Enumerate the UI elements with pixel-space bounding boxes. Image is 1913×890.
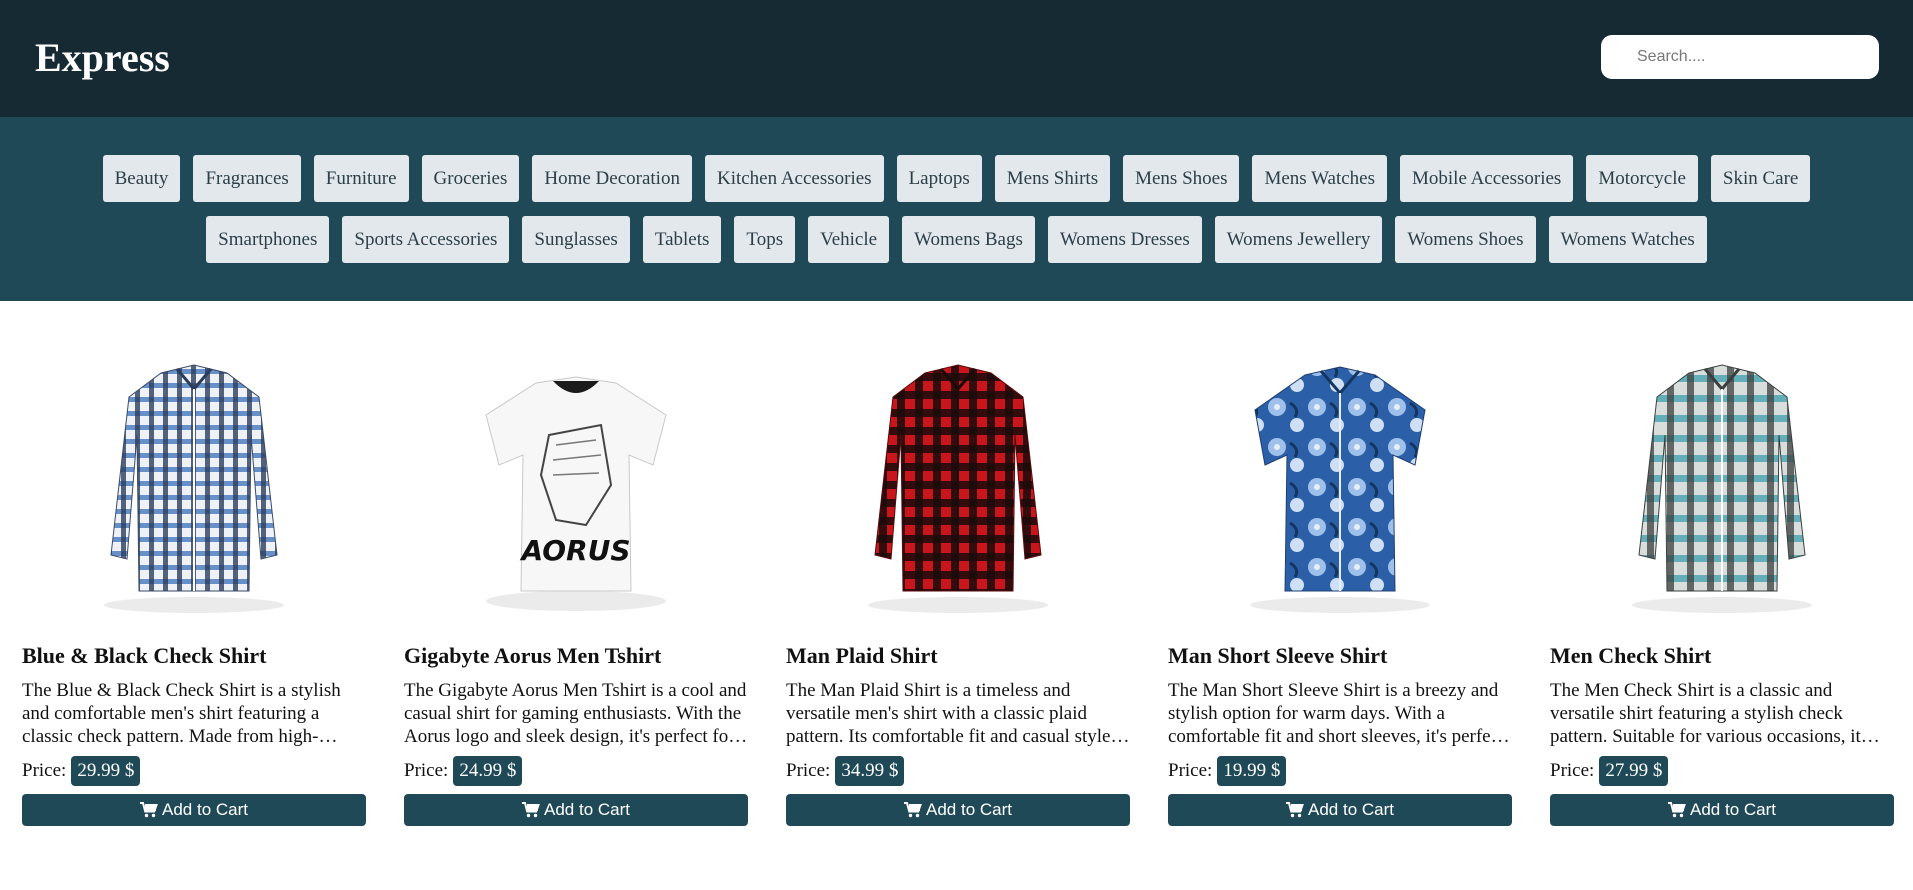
category-button-smartphones[interactable]: Smartphones (206, 216, 330, 263)
add-to-cart-button[interactable]: Add to Cart (22, 794, 366, 826)
product-title[interactable]: Men Check Shirt (1550, 643, 1894, 669)
product-image[interactable] (1168, 301, 1512, 625)
price-badge: 27.99 $ (1599, 756, 1669, 786)
category-button-vehicle[interactable]: Vehicle (808, 216, 890, 263)
category-button-laptops[interactable]: Laptops (896, 155, 982, 202)
add-to-cart-label: Add to Cart (162, 800, 248, 819)
cart-icon (1286, 802, 1304, 818)
product-card: Man Plaid Shirt The Man Plaid Shirt is a… (786, 301, 1130, 826)
svg-text:AORUS: AORUS (519, 534, 630, 567)
product-card: AORUS Gigabyte Aorus Men Tshirt The Giga… (404, 301, 748, 826)
add-to-cart-button[interactable]: Add to Cart (1550, 794, 1894, 826)
product-description: The Man Plaid Shirt is a timeless and ve… (786, 680, 1111, 747)
price-label: Price: (404, 760, 449, 781)
price-row: Price: 24.99 $ (404, 756, 748, 786)
add-to-cart-label: Add to Cart (1690, 800, 1776, 819)
category-bar: Beauty Fragrances Furniture Groceries Ho… (0, 117, 1913, 301)
search-input[interactable] (1601, 34, 1879, 79)
category-button-womens-bags[interactable]: Womens Bags (902, 216, 1035, 263)
category-button-beauty[interactable]: Beauty (102, 155, 181, 202)
category-button-fragrances[interactable]: Fragrances (193, 155, 301, 202)
price-badge: 34.99 $ (835, 756, 905, 786)
price-row: Price: 27.99 $ (1550, 756, 1894, 786)
price-row: Price: 34.99 $ (786, 756, 1130, 786)
category-button-mens-shirts[interactable]: Mens Shirts (994, 155, 1111, 202)
blue-floral-shirt-image (1250, 366, 1430, 613)
category-button-sunglasses[interactable]: Sunglasses (522, 216, 630, 263)
category-button-kitchen-accessories[interactable]: Kitchen Accessories (704, 155, 884, 202)
product-title[interactable]: Gigabyte Aorus Men Tshirt (404, 643, 748, 669)
price-label: Price: (1168, 760, 1213, 781)
price-label: Price: (22, 760, 67, 781)
product-title[interactable]: Man Short Sleeve Shirt (1168, 643, 1512, 669)
product-description: The Blue & Black Check Shirt is a stylis… (22, 680, 341, 747)
category-button-skin-care[interactable]: Skin Care (1710, 155, 1811, 202)
product-card: Men Check Shirt The Men Check Shirt is a… (1550, 301, 1894, 826)
product-description: The Men Check Shirt is a classic and ver… (1550, 680, 1861, 747)
product-description: The Man Short Sleeve Shirt is a breezy a… (1168, 680, 1505, 747)
cart-icon (140, 802, 158, 818)
add-to-cart-button[interactable]: Add to Cart (786, 794, 1130, 826)
add-to-cart-label: Add to Cart (544, 800, 630, 819)
category-button-womens-dresses[interactable]: Womens Dresses (1047, 216, 1202, 263)
product-title[interactable]: Man Plaid Shirt (786, 643, 1130, 669)
product-image[interactable] (22, 301, 366, 625)
logo[interactable]: Express (35, 34, 170, 81)
cart-icon (904, 802, 922, 818)
category-button-tablets[interactable]: Tablets (642, 216, 722, 263)
category-button-furniture[interactable]: Furniture (313, 155, 409, 202)
price-badge: 29.99 $ (71, 756, 141, 786)
add-to-cart-label: Add to Cart (926, 800, 1012, 819)
teal-check-shirt-image (1632, 364, 1812, 613)
price-row: Price: 29.99 $ (22, 756, 366, 786)
product-image[interactable] (786, 301, 1130, 625)
price-label: Price: (1550, 760, 1595, 781)
price-row: Price: 19.99 $ (1168, 756, 1512, 786)
category-button-motorcycle[interactable]: Motorcycle (1586, 155, 1698, 202)
add-to-cart-label: Add to Cart (1308, 800, 1394, 819)
add-to-cart-button[interactable]: Add to Cart (404, 794, 748, 826)
product-title[interactable]: Blue & Black Check Shirt (22, 643, 366, 669)
product-card: Man Short Sleeve Shirt The Man Short Sle… (1168, 301, 1512, 826)
product-image[interactable]: AORUS (404, 301, 748, 625)
category-button-womens-jewellery[interactable]: Womens Jewellery (1214, 216, 1383, 263)
product-description: The Gigabyte Aorus Men Tshirt is a cool … (404, 680, 747, 747)
blue-check-shirt-image (104, 364, 284, 613)
white-aorus-tshirt-image: AORUS (485, 376, 667, 611)
price-badge: 24.99 $ (453, 756, 523, 786)
category-button-sports-accessories[interactable]: Sports Accessories (342, 216, 510, 263)
product-card: Blue & Black Check Shirt The Blue & Blac… (22, 301, 366, 826)
header: Express (0, 0, 1913, 117)
cart-icon (522, 802, 540, 818)
category-button-womens-watches[interactable]: Womens Watches (1548, 216, 1707, 263)
category-button-tops[interactable]: Tops (734, 216, 796, 263)
product-image[interactable] (1550, 301, 1894, 625)
category-button-mobile-accessories[interactable]: Mobile Accessories (1400, 155, 1574, 202)
category-button-groceries[interactable]: Groceries (421, 155, 520, 202)
price-label: Price: (786, 760, 831, 781)
category-button-mens-shoes[interactable]: Mens Shoes (1123, 155, 1240, 202)
category-button-home-decoration[interactable]: Home Decoration (532, 155, 692, 202)
product-grid: Blue & Black Check Shirt The Blue & Blac… (0, 301, 1913, 826)
category-button-mens-watches[interactable]: Mens Watches (1252, 155, 1387, 202)
price-badge: 19.99 $ (1217, 756, 1287, 786)
add-to-cart-button[interactable]: Add to Cart (1168, 794, 1512, 826)
red-plaid-shirt-image (868, 364, 1048, 613)
cart-icon (1668, 802, 1686, 818)
category-button-womens-shoes[interactable]: Womens Shoes (1395, 216, 1536, 263)
